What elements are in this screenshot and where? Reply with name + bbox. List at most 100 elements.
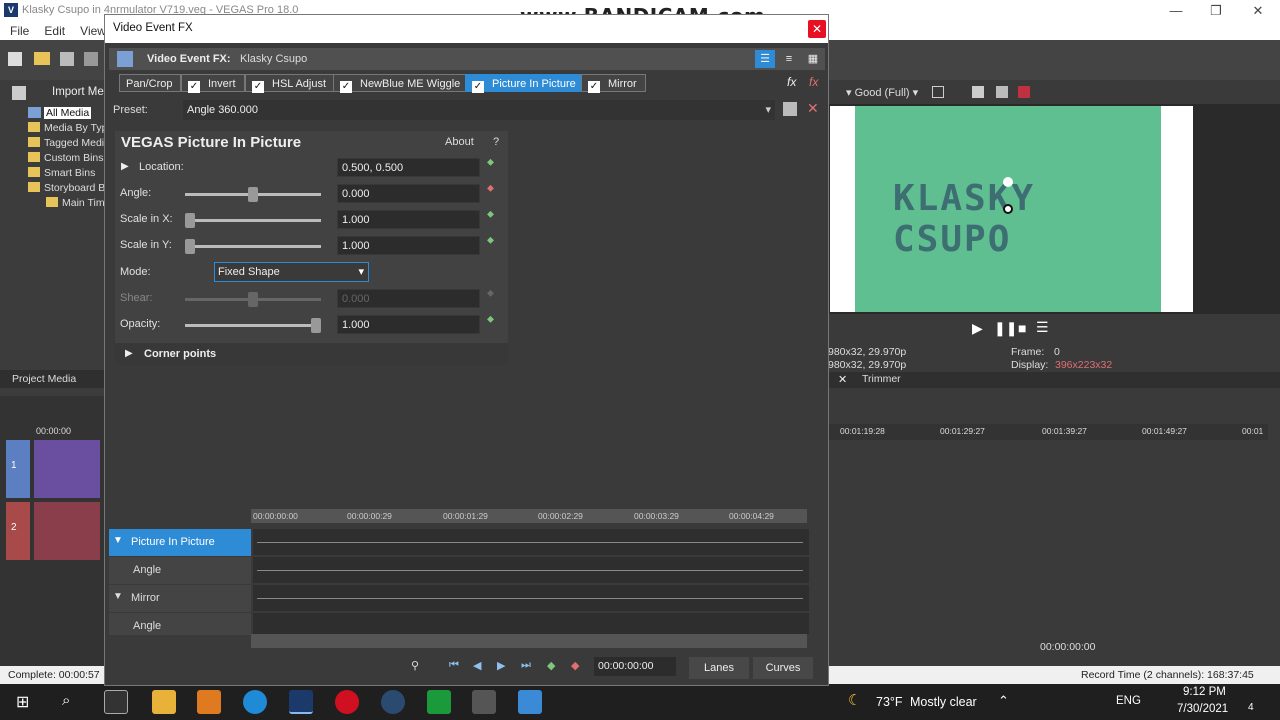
clock-date[interactable]: 7/30/2021 xyxy=(1177,703,1228,715)
tree-item-main-timeline[interactable]: Main Timel xyxy=(46,197,113,209)
piano-app-icon[interactable] xyxy=(472,690,496,714)
slider-thumb[interactable] xyxy=(185,239,195,254)
tree-item-tagged-media[interactable]: Tagged Medi xyxy=(28,137,104,149)
chain-item-pan-crop[interactable]: Pan/Crop xyxy=(119,74,182,92)
close-window-button[interactable]: ✕ xyxy=(1238,2,1278,20)
save-preset-icon[interactable] xyxy=(783,102,797,116)
expand-arrow-icon[interactable]: ▶ xyxy=(121,161,129,172)
prev-keyframe-icon[interactable]: ◀ xyxy=(473,659,487,673)
checkbox-checked-icon[interactable]: ✓ xyxy=(472,81,484,93)
app-icon[interactable] xyxy=(197,690,221,714)
delete-keyframe-icon[interactable]: ◆ xyxy=(571,659,585,673)
search-icon[interactable]: ⌕ xyxy=(62,692,70,709)
delete-preset-icon[interactable]: ✕ xyxy=(807,100,819,117)
properties-icon[interactable] xyxy=(84,52,98,66)
keyframe-ruler[interactable]: 00:00:00:00 00:00:00:29 00:00:01:29 00:0… xyxy=(251,509,807,523)
file-explorer-icon[interactable] xyxy=(152,690,176,714)
scale-y-slider[interactable] xyxy=(185,239,321,254)
tree-item-storyboard-bins[interactable]: Storyboard B xyxy=(28,182,105,194)
chain-item-hsl-adjust[interactable]: ✓ HSL Adjust xyxy=(245,74,336,93)
checkbox-checked-icon[interactable]: ✓ xyxy=(188,81,200,93)
collapse-arrow-icon[interactable]: ▼ xyxy=(113,591,123,602)
preset-dropdown[interactable]: Angle 360.000 xyxy=(183,100,775,120)
pip-center-handle[interactable] xyxy=(1003,204,1013,214)
weather-temp[interactable]: 73°F xyxy=(876,695,903,709)
tree-item-all-media[interactable]: All Media xyxy=(44,107,92,119)
trimmer-tab[interactable]: Trimmer xyxy=(862,373,901,385)
keyframe-scrollbar[interactable] xyxy=(251,634,807,648)
list-view-icon[interactable]: ☰ xyxy=(755,50,775,68)
image-app-icon[interactable] xyxy=(518,690,542,714)
kf-lane[interactable] xyxy=(253,585,809,612)
about-link[interactable]: About xyxy=(445,136,474,148)
audio-event-clip[interactable] xyxy=(34,502,100,560)
save-snapshot-icon[interactable] xyxy=(996,86,1008,98)
first-keyframe-icon[interactable]: ⏮ xyxy=(449,659,463,673)
project-media-tab[interactable]: Project Media xyxy=(12,373,76,385)
grid-view-icon[interactable]: ▦ xyxy=(803,50,823,68)
maximize-button[interactable]: ❐ xyxy=(1196,2,1236,20)
kf-track-mirror[interactable]: ▼ Mirror xyxy=(109,585,251,612)
keyframe-icon[interactable]: ⬥ xyxy=(487,209,501,227)
menu-view[interactable]: View xyxy=(80,22,106,40)
expand-arrow-icon[interactable]: ▶ xyxy=(125,348,133,359)
checkbox-checked-icon[interactable]: ✓ xyxy=(588,81,600,93)
checkbox-checked-icon[interactable]: ✓ xyxy=(340,81,352,93)
grid-icon[interactable] xyxy=(932,86,944,98)
scale-x-slider[interactable] xyxy=(185,213,321,228)
copy-snapshot-icon[interactable] xyxy=(972,86,984,98)
mode-dropdown[interactable]: Fixed Shape xyxy=(214,262,369,282)
bandicam-icon[interactable] xyxy=(335,690,359,714)
pause-icon[interactable]: ❚❚ xyxy=(994,320,1017,337)
fx-close-button[interactable]: ✕ xyxy=(808,20,826,38)
keyframe-icon[interactable]: ⬥ xyxy=(487,314,501,332)
angle-value-field[interactable]: 0.000 xyxy=(337,184,480,203)
remove-fx-icon[interactable]: fx xyxy=(809,75,818,89)
task-view-icon[interactable] xyxy=(104,690,128,714)
checkbox-checked-icon[interactable]: ✓ xyxy=(252,81,264,93)
tree-item-custom-bins[interactable]: Custom Bins xyxy=(28,152,104,164)
save-icon[interactable] xyxy=(60,52,74,66)
language-indicator[interactable]: ENG xyxy=(1116,695,1141,707)
kf-track-angle-2[interactable]: Angle xyxy=(109,613,251,635)
plugin-chain-icon[interactable] xyxy=(117,51,133,67)
keyframe-icon[interactable]: ⬥ xyxy=(487,183,501,201)
keyframe-time-field[interactable]: 00:00:00:00 xyxy=(594,657,676,676)
angle-slider[interactable] xyxy=(185,187,321,202)
stop-icon[interactable]: ■ xyxy=(1018,320,1026,336)
record-icon[interactable] xyxy=(1018,86,1030,98)
edge-icon[interactable] xyxy=(243,690,267,714)
video-track-header[interactable]: 1 xyxy=(6,440,30,498)
compact-view-icon[interactable]: ≡ xyxy=(779,50,799,68)
last-keyframe-icon[interactable]: ⏭ xyxy=(521,659,535,673)
slider-thumb[interactable] xyxy=(248,187,258,202)
lanes-tab[interactable]: Lanes xyxy=(689,657,749,679)
chain-item-picture-in-picture[interactable]: ✓ Picture In Picture xyxy=(465,74,585,93)
clock-time[interactable]: 9:12 PM xyxy=(1183,686,1226,698)
minimize-button[interactable]: — xyxy=(1156,2,1196,20)
add-keyframe-icon[interactable]: ◆ xyxy=(547,659,561,673)
keyframe-icon[interactable]: ⬥ xyxy=(487,235,501,253)
chevron-up-icon[interactable]: ⌃ xyxy=(998,693,1009,709)
opacity-slider[interactable] xyxy=(185,318,321,333)
open-folder-icon[interactable] xyxy=(34,52,50,65)
help-button[interactable]: ? xyxy=(493,136,499,148)
close-tab-icon[interactable]: ✕ xyxy=(838,373,847,386)
chain-item-invert[interactable]: ✓ Invert xyxy=(181,74,245,93)
tree-item-smart-bins[interactable]: Smart Bins xyxy=(28,167,95,179)
opacity-value-field[interactable]: 1.000 xyxy=(337,315,480,334)
import-media-button[interactable]: Import Me xyxy=(52,86,104,98)
slider-thumb[interactable] xyxy=(185,213,195,228)
weather-text[interactable]: Mostly clear xyxy=(910,695,977,709)
scale-y-value-field[interactable]: 1.000 xyxy=(337,236,480,255)
next-keyframe-icon[interactable]: ▶ xyxy=(497,659,511,673)
sync-cursor-icon[interactable]: ⚲ xyxy=(411,659,425,673)
scale-x-value-field[interactable]: 1.000 xyxy=(337,210,480,229)
corner-points-row[interactable]: ▶ Corner points xyxy=(115,343,508,365)
steam-icon[interactable] xyxy=(381,690,405,714)
preview-quality-dropdown[interactable]: ▾ Good (Full) ▾ xyxy=(846,86,918,99)
menu-icon[interactable]: ☰ xyxy=(1036,319,1049,336)
vegas-taskbar-icon[interactable] xyxy=(289,690,313,714)
windows-start-icon[interactable]: ⊞ xyxy=(16,692,29,712)
chain-item-newblue-wiggle[interactable]: ✓ NewBlue ME Wiggle xyxy=(333,74,470,93)
